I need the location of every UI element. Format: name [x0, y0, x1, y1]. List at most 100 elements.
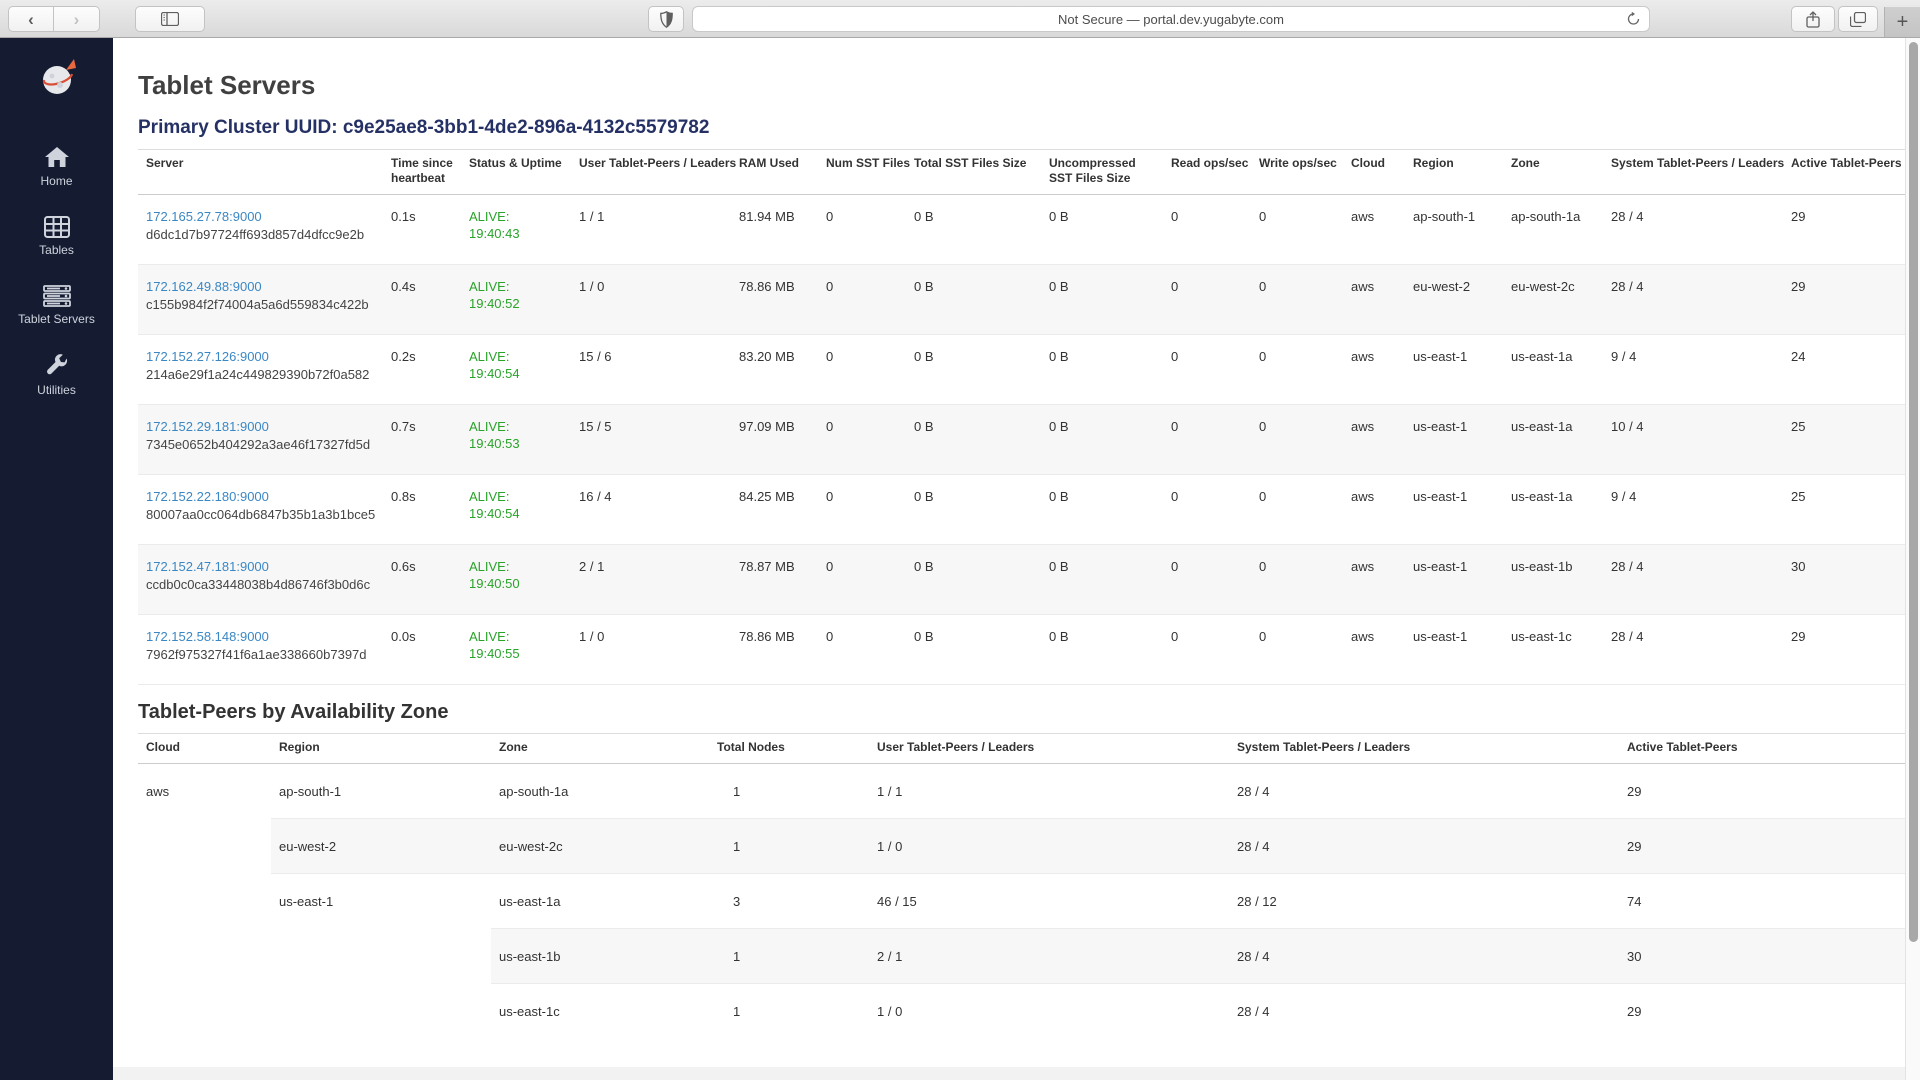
- region-cell: eu-west-2: [1405, 265, 1503, 335]
- region-cell: us-east-1: [1405, 475, 1503, 545]
- vertical-scrollbar[interactable]: [1905, 38, 1920, 1080]
- server-uuid: ccdb0c0ca33448038b4d86746f3b0d6c: [146, 576, 375, 593]
- col-header-system-peers: System Tablet-Peers / Leaders: [1603, 150, 1783, 195]
- total-sst-cell: 0 B: [906, 265, 1041, 335]
- user-peers-cell: 1 / 1: [571, 195, 731, 265]
- total-nodes-cell: 1: [709, 764, 869, 819]
- share-button[interactable]: [1791, 6, 1835, 32]
- privacy-shield-button[interactable]: [648, 6, 684, 32]
- num-sst-cell: 0: [818, 405, 906, 475]
- server-link[interactable]: 172.152.47.181:9000: [146, 559, 269, 574]
- horizontal-scrollbar[interactable]: [113, 1067, 1920, 1080]
- server-link[interactable]: 172.165.27.78:9000: [146, 209, 262, 224]
- zone-cell: eu-west-2c: [491, 819, 709, 874]
- tables-icon: [44, 216, 70, 238]
- tabs-overview-icon: [1850, 12, 1866, 27]
- user-peers-cell: 1 / 0: [571, 265, 731, 335]
- forward-button[interactable]: ›: [54, 6, 100, 32]
- heartbeat-cell: 0.6s: [383, 545, 461, 615]
- server-uuid: 7962f975327f41f6a1ae338660b7397d: [146, 646, 375, 663]
- new-tab-button[interactable]: +: [1884, 7, 1920, 37]
- system-peers-cell: 28 / 12: [1229, 874, 1619, 929]
- read-ops-cell: 0: [1163, 545, 1251, 615]
- server-cell: 172.152.47.181:9000 ccdb0c0ca33448038b4d8…: [138, 545, 383, 615]
- uncompressed-sst-cell: 0 B: [1041, 335, 1163, 405]
- col-header-zone: Zone: [491, 734, 709, 764]
- cloud-cell: aws: [1343, 335, 1405, 405]
- sidebar-toggle-button[interactable]: [135, 6, 205, 32]
- col-header-write-ops: Write ops/sec: [1251, 150, 1343, 195]
- zone-cell: us-east-1c: [491, 984, 709, 1039]
- sidebar-item-home[interactable]: Home: [0, 145, 113, 188]
- server-link[interactable]: 172.152.58.148:9000: [146, 629, 269, 644]
- server-link[interactable]: 172.152.29.181:9000: [146, 419, 269, 434]
- sidebar-item-utilities[interactable]: Utilities: [0, 354, 113, 397]
- region-cell: us-east-1: [1405, 405, 1503, 475]
- back-button[interactable]: ‹: [8, 6, 54, 32]
- vertical-scrollbar-thumb[interactable]: [1909, 42, 1918, 942]
- system-peers-cell: 28 / 4: [1603, 545, 1783, 615]
- zone-cell: ap-south-1a: [1503, 195, 1603, 265]
- col-header-cloud: Cloud: [138, 734, 271, 764]
- yugabyte-logo[interactable]: [36, 56, 78, 105]
- table-row: 172.152.47.181:9000 ccdb0c0ca33448038b4d8…: [138, 545, 1905, 615]
- zone-cell: us-east-1a: [1503, 405, 1603, 475]
- url-bar[interactable]: Not Secure — portal.dev.yugabyte.com: [692, 6, 1650, 32]
- user-peers-cell: 2 / 1: [571, 545, 731, 615]
- tablet-peers-by-az-table: Cloud Region Zone Total Nodes User Table…: [138, 733, 1905, 1039]
- table-header-row: Cloud Region Zone Total Nodes User Table…: [138, 734, 1905, 764]
- status-cell: ALIVE: 19:40:43: [461, 195, 571, 265]
- table-row: 172.152.58.148:9000 7962f975327f41f6a1ae3…: [138, 615, 1905, 685]
- status-cell: ALIVE: 19:40:55: [461, 615, 571, 685]
- shield-icon: [660, 11, 673, 28]
- status-cell: ALIVE: 19:40:50: [461, 545, 571, 615]
- ram-cell: 81.94 MB: [731, 195, 818, 265]
- total-nodes-cell: 1: [709, 984, 869, 1039]
- heartbeat-cell: 0.0s: [383, 615, 461, 685]
- active-peers-cell: 29: [1783, 615, 1905, 685]
- col-header-active-peers: Active Tablet-Peers: [1783, 150, 1905, 195]
- col-header-total-sst: Total SST Files Size: [906, 150, 1041, 195]
- ram-cell: 83.20 MB: [731, 335, 818, 405]
- server-link[interactable]: 172.152.27.126:9000: [146, 349, 269, 364]
- col-header-total-nodes: Total Nodes: [709, 734, 869, 764]
- num-sst-cell: 0: [818, 335, 906, 405]
- total-sst-cell: 0 B: [906, 335, 1041, 405]
- server-link[interactable]: 172.162.49.88:9000: [146, 279, 262, 294]
- system-peers-cell: 28 / 4: [1229, 764, 1619, 819]
- col-header-ram: RAM Used: [731, 150, 818, 195]
- sidebar-item-tablet-servers[interactable]: Tablet Servers: [0, 285, 113, 326]
- col-header-zone: Zone: [1503, 150, 1603, 195]
- user-peers-cell: 2 / 1: [869, 929, 1229, 984]
- total-sst-cell: 0 B: [906, 405, 1041, 475]
- zone-cell: us-east-1c: [1503, 615, 1603, 685]
- user-peers-cell: 1 / 1: [869, 764, 1229, 819]
- sidebar-item-label: Tablet Servers: [18, 312, 95, 326]
- num-sst-cell: 0: [818, 475, 906, 545]
- zone-cell: ap-south-1a: [491, 764, 709, 819]
- server-link[interactable]: 172.152.22.180:9000: [146, 489, 269, 504]
- read-ops-cell: 0: [1163, 195, 1251, 265]
- zone-cell: us-east-1a: [1503, 335, 1603, 405]
- write-ops-cell: 0: [1251, 195, 1343, 265]
- heartbeat-cell: 0.1s: [383, 195, 461, 265]
- table-row: 172.152.27.126:9000214a6e29f1a24c4498293…: [138, 335, 1905, 405]
- read-ops-cell: 0: [1163, 335, 1251, 405]
- sidebar-item-tables[interactable]: Tables: [0, 216, 113, 257]
- status-cell: ALIVE: 19:40:53: [461, 405, 571, 475]
- system-peers-cell: 9 / 4: [1603, 335, 1783, 405]
- cloud-cell: aws: [1343, 475, 1405, 545]
- col-header-system-peers: System Tablet-Peers / Leaders: [1229, 734, 1619, 764]
- region-cell: ap-south-1: [271, 764, 491, 819]
- server-uuid: c155b984f2f74004a5a6d559834c422b: [146, 296, 375, 313]
- region-cell: us-east-1: [271, 874, 491, 1039]
- user-peers-cell: 1 / 0: [869, 984, 1229, 1039]
- tabs-overview-button[interactable]: [1838, 6, 1878, 32]
- user-peers-cell: 15 / 6: [571, 335, 731, 405]
- server-cell: 172.152.58.148:9000 7962f975327f41f6a1ae3…: [138, 615, 383, 685]
- reload-button[interactable]: [1626, 11, 1641, 30]
- write-ops-cell: 0: [1251, 265, 1343, 335]
- total-nodes-cell: 3: [709, 874, 869, 929]
- share-icon: [1806, 11, 1820, 28]
- zone-cell: eu-west-2c: [1503, 265, 1603, 335]
